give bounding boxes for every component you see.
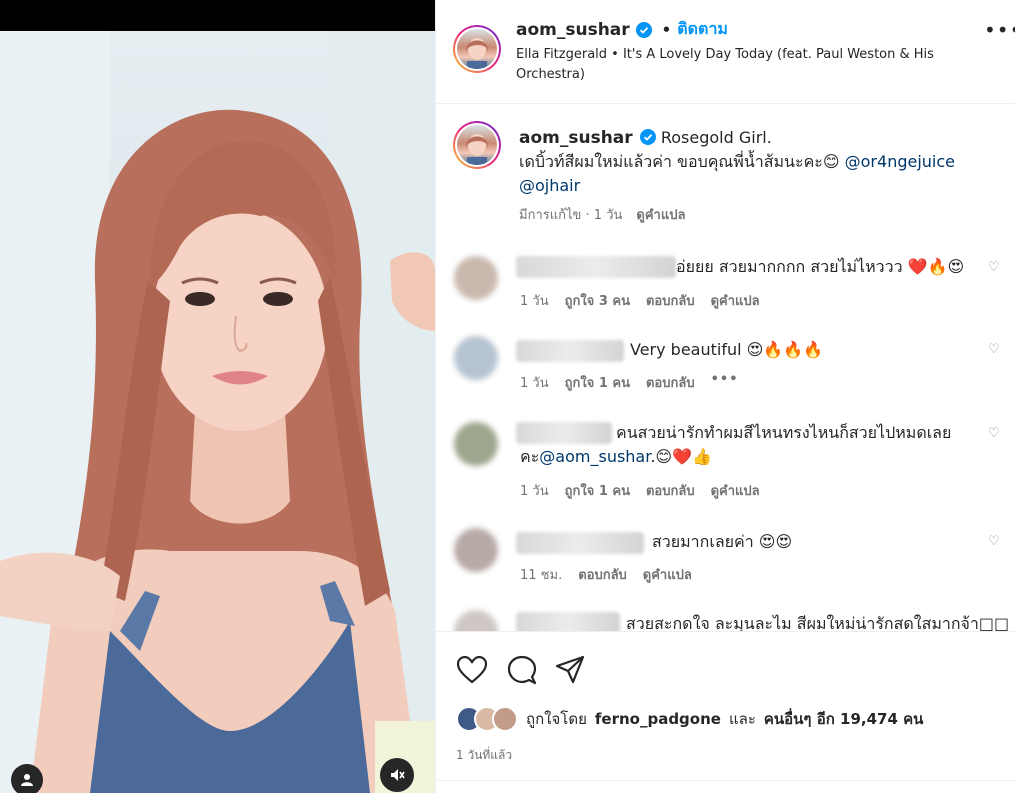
other-likers-link[interactable]: คนอื่นๆ อีก 19,474 คน <box>764 707 924 731</box>
share-icon[interactable] <box>554 654 586 686</box>
avatar[interactable] <box>454 422 498 466</box>
comment-text: Very beautiful 😍🔥🔥🔥 <box>630 340 824 359</box>
see-translation-button[interactable]: ดูคำแปล <box>711 480 760 501</box>
verified-badge-icon <box>635 21 652 38</box>
instagram-post-view: aom_sushar • ติดตาม Ella Fitzgerald • It… <box>0 0 1015 793</box>
likes-summary: ถูกใจโดย ferno_padgone และ คนอื่นๆ อีก 1… <box>456 706 923 732</box>
comment-time: 1 วัน <box>520 376 549 391</box>
verified-badge-icon <box>639 129 656 145</box>
caption-mention[interactable]: @or4ngejuice <box>845 152 955 171</box>
caption-mention[interactable]: @ojhair <box>519 176 580 195</box>
comment-meta: 1 วัน ถูกใจ 3 คน ตอบกลับ ดูคำแปล <box>520 290 760 311</box>
comment-more-icon[interactable]: ••• <box>711 372 739 393</box>
comment-text-line2: คะ@aom_sushar.😊❤️👍 <box>520 445 712 469</box>
comment-meta: 1 วัน ถูกใจ 1 คน ตอบกลับ ดูคำแปล <box>520 480 760 501</box>
comment-text: อ่ยยย สวยมากกกก สวยไม่ไหววว ❤️🔥😍 <box>676 257 965 276</box>
muted-speaker-icon[interactable] <box>380 758 414 792</box>
comment-time: 1 วัน <box>520 484 549 499</box>
media-top-bar <box>0 0 435 31</box>
avatar[interactable] <box>454 256 498 300</box>
comment-meta: 1 วัน ถูกใจ 1 คน ตอบกลับ ••• <box>520 372 739 393</box>
comment-username[interactable] <box>516 422 612 444</box>
separator-dot: • <box>661 20 672 39</box>
reply-button[interactable]: ตอบกลับ <box>646 372 695 393</box>
comment-meta: 11 ชม. ตอบกลับ ดูคำแปล <box>520 564 692 585</box>
comment-likes[interactable]: ถูกใจ 1 คน <box>565 480 630 501</box>
portrait-illustration <box>0 31 435 793</box>
follow-button[interactable]: ติดตาม <box>677 17 728 42</box>
post-caption: aom_sushar Rosegold Girl. เดบิ้วท์สีผมให… <box>519 126 989 198</box>
see-translation-button[interactable]: ดูคำแปล <box>636 204 685 225</box>
see-translation-button[interactable]: ดูคำแปล <box>643 564 692 585</box>
see-translation-button[interactable]: ดูคำแปล <box>711 290 760 311</box>
comment-text: สวยสะกดใจ ละมุนละไม สีผมใหม่น่ารักสดใสมา… <box>626 614 1010 632</box>
post-author: aom_sushar • ติดตาม <box>516 17 728 42</box>
caption-meta: มีการแก้ไข · 1 วัน ดูคำแปล <box>519 204 685 225</box>
avatar[interactable] <box>454 610 498 631</box>
comment-icon[interactable] <box>506 654 538 686</box>
heart-icon[interactable] <box>456 654 488 686</box>
caption-edited-time: มีการแก้ไข · 1 วัน <box>519 208 623 223</box>
caption-username[interactable]: aom_sushar <box>519 128 633 148</box>
comment-like-icon[interactable]: ♡ <box>988 426 1000 441</box>
reply-button[interactable]: ตอบกลับ <box>646 480 695 501</box>
caption-text: Rosegold Girl. <box>660 128 772 147</box>
post-media[interactable] <box>0 0 435 793</box>
avatar[interactable] <box>453 25 501 73</box>
caption-text-line2: เดบิ้วท์สีผมใหม่แล้วค่า ขอบคุณพี่น้ำส้มน… <box>519 152 845 171</box>
post-timestamp[interactable]: 1 วันที่แล้ว <box>456 746 512 765</box>
post-header: aom_sushar • ติดตาม Ella Fitzgerald • It… <box>436 0 1015 104</box>
reply-button[interactable]: ตอบกลับ <box>578 564 627 585</box>
post-actions: ถูกใจโดย ferno_padgone และ คนอื่นๆ อีก 1… <box>436 632 1015 792</box>
avatar[interactable] <box>454 336 498 380</box>
more-options-icon[interactable]: ••• <box>984 18 1015 42</box>
avatar[interactable] <box>453 121 501 169</box>
and-label: และ <box>728 710 756 728</box>
liker-avatars[interactable] <box>456 706 518 732</box>
comment-text-fragment: คะ <box>520 447 540 466</box>
comment-mention[interactable]: @aom_sushar <box>539 447 650 466</box>
avatar[interactable] <box>454 528 498 572</box>
comments-list[interactable]: aom_sushar Rosegold Girl. เดบิ้วท์สีผมให… <box>436 104 1015 632</box>
comment-text: สวยมากเลยค่า 😍😍 <box>652 532 793 551</box>
liked-by-label: ถูกใจโดย <box>526 710 587 728</box>
reply-button[interactable]: ตอบกลับ <box>646 290 695 311</box>
avatar <box>492 706 518 732</box>
post-details-panel: aom_sushar • ติดตาม Ella Fitzgerald • It… <box>435 0 1015 793</box>
comment-username[interactable] <box>516 612 620 631</box>
liked-by-user[interactable]: ferno_padgone <box>595 710 721 728</box>
comment-like-icon[interactable]: ♡ <box>988 260 1000 275</box>
username-link[interactable]: aom_sushar <box>516 20 630 40</box>
comment-text: คนสวยน่ารักทำผมสีไหนทรงไหนก็สวยไปหมดเลย <box>616 423 952 442</box>
comment-text-fragment: .😊❤️👍 <box>650 447 712 466</box>
comment-like-icon[interactable]: ♡ <box>988 534 1000 549</box>
comment-username[interactable] <box>516 532 644 554</box>
comment-username[interactable] <box>516 340 624 362</box>
comment-time: 1 วัน <box>520 294 549 309</box>
comment-likes[interactable]: ถูกใจ 1 คน <box>565 372 630 393</box>
user-tag-icon[interactable] <box>11 764 43 793</box>
comment-username[interactable] <box>516 256 676 278</box>
comment-time: 11 ชม. <box>520 568 563 583</box>
comment-likes[interactable]: ถูกใจ 3 คน <box>565 290 630 311</box>
divider <box>436 780 1015 781</box>
post-video[interactable] <box>0 31 435 793</box>
comment-like-icon[interactable]: ♡ <box>988 342 1000 357</box>
audio-track-link[interactable]: Ella Fitzgerald • It's A Lovely Day Toda… <box>516 45 956 85</box>
